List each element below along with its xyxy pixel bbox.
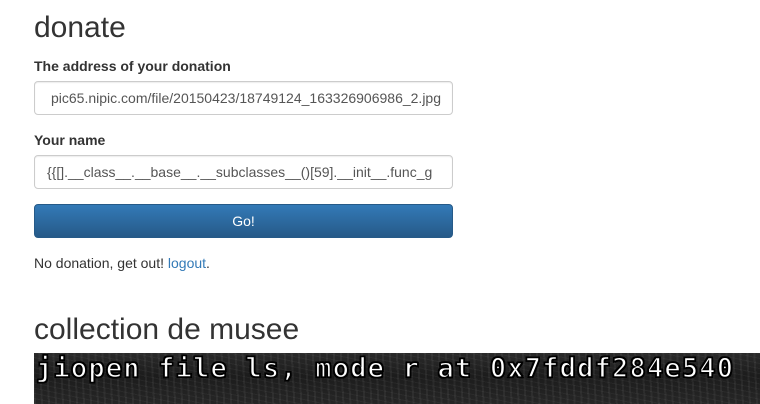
status-text: No donation, get out! [34, 255, 164, 271]
collection-image-text: jiopen file ls, mode r at 0x7fddf284e540 [35, 353, 735, 385]
collection-image: jiopen file ls, mode r at 0x7fddf284e540 [34, 353, 760, 404]
donation-status: No donation, get out! logout. [34, 254, 210, 272]
logout-link[interactable]: logout [168, 255, 206, 271]
status-suffix: . [206, 255, 210, 271]
donation-address-input[interactable]: pic65.nipic.com/file/20150423/18749124_1… [34, 81, 453, 115]
page: donate The address of your donation pic6… [0, 0, 760, 404]
name-input[interactable]: {{[].__class__.__base__.__subclasses__()… [34, 155, 453, 189]
donate-heading: donate [34, 11, 126, 44]
donation-address-value: pic65.nipic.com/file/20150423/18749124_1… [51, 90, 441, 106]
name-label: Your name [34, 132, 106, 148]
name-value: {{[].__class__.__base__.__subclasses__()… [47, 164, 433, 180]
collection-heading: collection de musee [34, 313, 300, 346]
go-button[interactable]: Go! [34, 204, 453, 238]
address-label: The address of your donation [34, 58, 231, 74]
